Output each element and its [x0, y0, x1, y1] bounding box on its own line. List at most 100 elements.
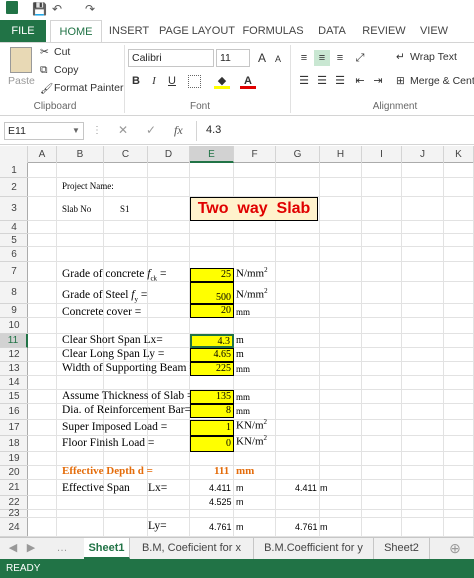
- redo-icon[interactable]: ↷: [85, 2, 95, 16]
- row-header[interactable]: 5: [0, 234, 28, 247]
- row-header[interactable]: 8: [0, 282, 28, 304]
- column-header[interactable]: J: [402, 146, 444, 163]
- scroll-left-icon[interactable]: ◀: [4, 538, 22, 559]
- column-header[interactable]: A: [28, 146, 57, 163]
- tab-page-layout[interactable]: PAGE LAYOUT: [158, 20, 236, 42]
- merge-icon[interactable]: ⊞: [396, 75, 405, 87]
- row-header[interactable]: 12: [0, 348, 28, 362]
- align-middle-icon[interactable]: ≡: [314, 50, 330, 66]
- row-header[interactable]: 2: [0, 178, 28, 197]
- insert-function-button[interactable]: fx: [174, 123, 183, 138]
- column-header-selected[interactable]: E: [190, 146, 234, 163]
- sheet-tab-sheet2[interactable]: Sheet2: [374, 538, 430, 559]
- tab-data[interactable]: DATA: [310, 20, 354, 42]
- align-left-icon[interactable]: ☰: [296, 73, 312, 89]
- bold-button[interactable]: B: [128, 73, 144, 89]
- shrink-font-icon[interactable]: A: [270, 51, 286, 67]
- row-header[interactable]: 17: [0, 420, 28, 436]
- chevron-down-icon[interactable]: ▼: [72, 126, 80, 135]
- orientation-icon[interactable]: ⤢: [352, 50, 368, 66]
- paste-icon[interactable]: [10, 47, 32, 73]
- grid-line: [28, 347, 474, 348]
- column-header[interactable]: H: [320, 146, 362, 163]
- row-header[interactable]: 9: [0, 304, 28, 318]
- row-header[interactable]: 16: [0, 404, 28, 420]
- row-header[interactable]: 10: [0, 318, 28, 334]
- grid-line: [28, 451, 474, 452]
- italic-button[interactable]: I: [146, 73, 162, 89]
- fill-color-icon[interactable]: ◆: [214, 73, 230, 89]
- cancel-icon[interactable]: ✕: [118, 123, 128, 137]
- worksheet-grid[interactable]: [28, 163, 474, 537]
- row-header[interactable]: 23: [0, 509, 28, 519]
- font-size-select[interactable]: 11: [216, 49, 250, 67]
- row-header[interactable]: 4: [0, 221, 28, 234]
- column-header[interactable]: D: [148, 146, 190, 163]
- row-header[interactable]: 20: [0, 466, 28, 480]
- column-header[interactable]: B: [57, 146, 104, 163]
- formula-input[interactable]: 4.3: [206, 124, 221, 136]
- font-name-select[interactable]: Calibri: [128, 49, 214, 67]
- row-header[interactable]: 3: [0, 197, 28, 221]
- cut-icon[interactable]: ✂: [40, 46, 49, 58]
- increase-indent-icon[interactable]: ⇥: [370, 73, 386, 89]
- align-top-icon[interactable]: ≡: [296, 50, 312, 66]
- align-center-icon[interactable]: ☰: [314, 73, 330, 89]
- row-header[interactable]: 19: [0, 452, 28, 466]
- font-group-label: Font: [189, 101, 210, 112]
- row-header[interactable]: 1: [0, 163, 28, 178]
- align-right-icon[interactable]: ☰: [332, 73, 348, 89]
- row-header[interactable]: 21: [0, 480, 28, 496]
- merge-center-button[interactable]: Merge & Cente: [410, 75, 474, 87]
- row-header[interactable]: 6: [0, 247, 28, 262]
- format-painter-button[interactable]: Format Painter: [54, 82, 123, 94]
- decrease-indent-icon[interactable]: ⇤: [352, 73, 368, 89]
- select-all-corner[interactable]: [0, 146, 28, 163]
- row-header[interactable]: 15: [0, 390, 28, 404]
- format-painter-icon[interactable]: 🖌: [40, 82, 53, 95]
- row-header[interactable]: 13: [0, 362, 28, 376]
- wrap-text-button[interactable]: Wrap Text: [410, 51, 457, 63]
- undo-icon[interactable]: ↶: [52, 2, 62, 16]
- row-header[interactable]: 11: [0, 334, 28, 348]
- row-header[interactable]: 14: [0, 376, 28, 390]
- sheet-tab-sheet1[interactable]: Sheet1: [84, 538, 130, 559]
- copy-button[interactable]: Copy: [54, 64, 79, 76]
- grid-line: [28, 361, 474, 362]
- sheet-tab-bm-x[interactable]: B.M, Coeficient for x: [130, 538, 254, 559]
- grid-line: [28, 333, 474, 334]
- enter-icon[interactable]: ✓: [146, 123, 156, 137]
- tab-formulas[interactable]: FORMULAS: [240, 20, 306, 42]
- cut-button[interactable]: Cut: [54, 46, 70, 58]
- scroll-right-icon[interactable]: ▶: [22, 538, 40, 559]
- column-header[interactable]: K: [444, 146, 474, 163]
- row-header[interactable]: 7: [0, 262, 28, 282]
- add-sheet-icon[interactable]: ⊕: [444, 538, 466, 559]
- save-icon[interactable]: 💾: [32, 2, 47, 16]
- tab-file[interactable]: FILE: [0, 20, 46, 42]
- row-header[interactable]: 18: [0, 436, 28, 452]
- sheet-tab-bm-y[interactable]: B.M.Coefficient for y: [254, 538, 374, 559]
- tab-review[interactable]: REVIEW: [358, 20, 410, 42]
- grow-font-icon[interactable]: A: [254, 50, 270, 66]
- alignment-group-label: Alignment: [372, 101, 418, 112]
- font-color-icon[interactable]: A: [240, 73, 256, 89]
- grid-line: [28, 281, 474, 282]
- align-bottom-icon[interactable]: ≡: [332, 50, 348, 66]
- column-header[interactable]: G: [276, 146, 320, 163]
- paste-button[interactable]: Paste: [8, 75, 35, 87]
- sheet-tab-bar: ◀ ▶ … Sheet1 B.M, Coeficient for x B.M.C…: [0, 537, 474, 559]
- tab-home[interactable]: HOME: [50, 20, 102, 43]
- wrap-text-icon[interactable]: ↵: [396, 51, 405, 63]
- underline-button[interactable]: U: [164, 73, 180, 89]
- more-sheets-icon[interactable]: …: [40, 538, 84, 559]
- borders-icon[interactable]: [188, 75, 201, 88]
- column-header[interactable]: I: [362, 146, 402, 163]
- tab-view[interactable]: VIEW: [414, 20, 454, 42]
- copy-icon[interactable]: ⧉: [40, 64, 48, 77]
- column-header[interactable]: C: [104, 146, 148, 163]
- column-header[interactable]: F: [234, 146, 276, 163]
- clipboard-group-label: Clipboard: [33, 101, 77, 112]
- tab-insert[interactable]: INSERT: [104, 20, 154, 42]
- row-header[interactable]: 24: [0, 518, 28, 537]
